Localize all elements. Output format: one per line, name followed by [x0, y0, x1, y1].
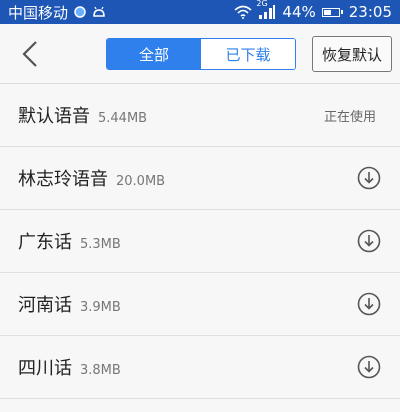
network-type-label: 2G: [256, 0, 268, 8]
voice-list: 默认语音 5.44MB 正在使用 林志玲语音 20.0MB 广东话 5.3MB …: [0, 84, 400, 399]
status-bar: 中国移动 2G 44% 23:05: [0, 0, 400, 24]
battery-percent: 44%: [282, 3, 316, 21]
list-item[interactable]: 四川话 3.8MB: [0, 336, 400, 399]
voice-size: 5.44MB: [98, 111, 148, 126]
android-icon: [92, 6, 106, 18]
back-button[interactable]: [10, 34, 50, 74]
wifi-icon: [234, 5, 252, 19]
carrier-label: 中国移动: [8, 3, 69, 22]
voice-name: 默认语音: [18, 106, 90, 127]
voice-size: 3.9MB: [80, 300, 121, 315]
status-in-use: 正在使用: [323, 109, 376, 125]
list-item[interactable]: 河南话 3.9MB: [0, 273, 400, 336]
signal-icon: 2G: [256, 0, 276, 19]
tab-all[interactable]: 全部: [107, 39, 201, 69]
list-item[interactable]: 广东话 5.3MB: [0, 210, 400, 273]
toolbar: 全部 已下载 恢复默认: [0, 24, 400, 84]
voice-name: 林志玲语音: [18, 169, 108, 190]
voice-name: 四川话: [18, 358, 72, 379]
tab-downloaded[interactable]: 已下载: [201, 39, 295, 69]
download-icon[interactable]: [356, 228, 382, 254]
list-item[interactable]: 默认语音 5.44MB 正在使用: [0, 84, 400, 147]
app-notification-icon: [74, 6, 86, 18]
clock: 23:05: [348, 3, 392, 21]
chevron-left-icon: [22, 41, 37, 67]
list-item[interactable]: 林志玲语音 20.0MB: [0, 147, 400, 210]
download-icon[interactable]: [356, 165, 382, 191]
battery-icon: [321, 7, 343, 17]
voice-name: 广东话: [18, 232, 72, 253]
filter-tabs: 全部 已下载: [106, 38, 296, 70]
voice-name: 河南话: [18, 295, 72, 316]
download-icon[interactable]: [356, 354, 382, 380]
voice-size: 5.3MB: [80, 237, 121, 252]
restore-default-button[interactable]: 恢复默认: [312, 36, 392, 72]
voice-size: 20.0MB: [116, 174, 166, 189]
voice-size: 3.8MB: [80, 363, 121, 378]
download-icon[interactable]: [356, 291, 382, 317]
